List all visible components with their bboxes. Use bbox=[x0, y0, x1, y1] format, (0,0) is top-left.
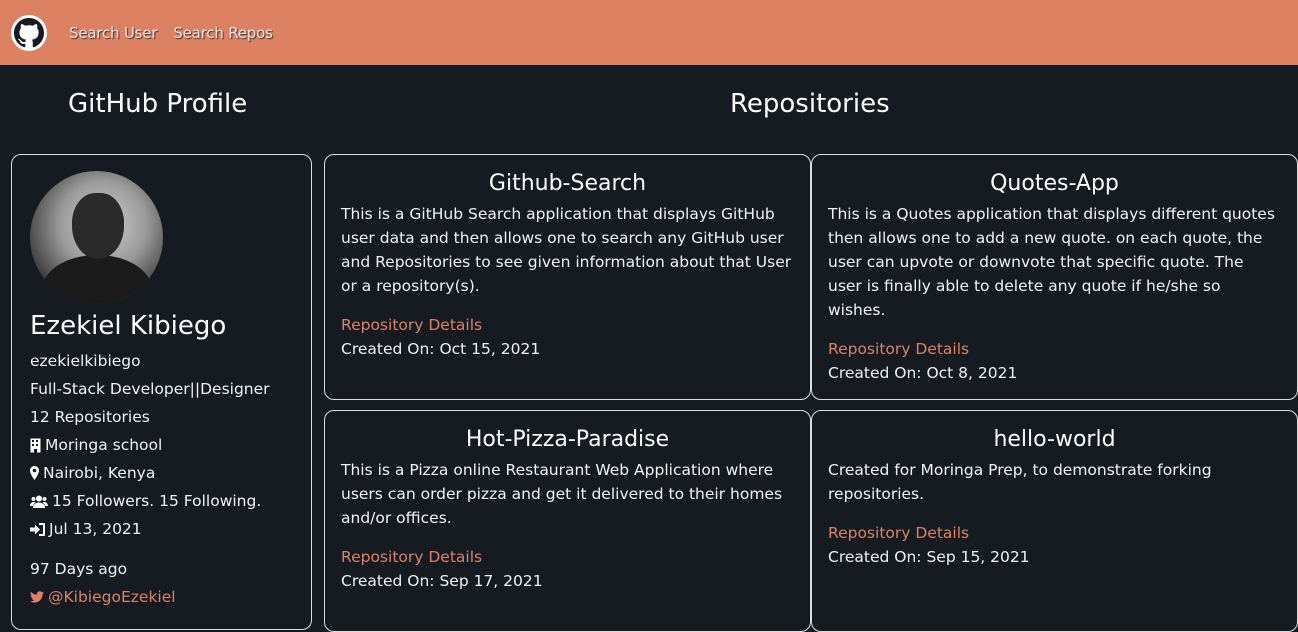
profile-bio: Full-Stack Developer||Designer bbox=[30, 380, 270, 398]
navbar: Search User Search Repos bbox=[0, 0, 1298, 65]
profile-username: ezekielkibiego bbox=[30, 352, 141, 370]
twitter-icon bbox=[30, 591, 44, 603]
repo-title: Github-Search bbox=[488, 171, 647, 196]
repo-description: This is a Quotes application that displa… bbox=[828, 205, 1275, 319]
repo-card: Github-Search This is a GitHub Search ap… bbox=[324, 154, 811, 400]
repo-title: Quotes-App bbox=[990, 171, 1119, 196]
repo-details-link[interactable]: Repository Details bbox=[828, 521, 1281, 545]
repo-description: This is a Pizza online Restaurant Web Ap… bbox=[341, 461, 783, 527]
avatar bbox=[30, 171, 163, 304]
profile-location: Nairobi, Kenya bbox=[30, 459, 293, 487]
joined-text: Jul 13, 2021 bbox=[49, 520, 142, 538]
repo-created-date: Created On: Sep 15, 2021 bbox=[828, 548, 1030, 566]
repo-title: Hot-Pizza-Paradise bbox=[465, 427, 670, 452]
twitter-text[interactable]: @KibiegoEzekiel bbox=[48, 583, 176, 611]
map-marker-icon bbox=[30, 466, 39, 480]
company-text: Moringa school bbox=[45, 436, 163, 454]
building-icon bbox=[30, 438, 41, 453]
repo-card: Quotes-App This is a Quotes application … bbox=[811, 154, 1298, 400]
profile-joined: Jul 13, 2021 bbox=[30, 515, 293, 543]
repos-heading: Repositories bbox=[730, 89, 890, 119]
repo-title: hello-world bbox=[993, 427, 1116, 452]
profile-twitter-link[interactable]: @KibiegoEzekiel bbox=[30, 583, 293, 611]
profile-card: Ezekiel Kibiego ezekielkibiego Full-Stac… bbox=[11, 154, 312, 630]
profile-heading: GitHub Profile bbox=[68, 89, 248, 119]
repo-description: This is a GitHub Search application that… bbox=[341, 205, 792, 295]
repo-details-link[interactable]: Repository Details bbox=[341, 545, 794, 569]
repo-card: Hot-Pizza-Paradise This is a Pizza onlin… bbox=[324, 410, 811, 632]
profile-company: Moringa school bbox=[30, 431, 293, 459]
followers-text: 15 Followers. 15 Following. bbox=[52, 492, 262, 510]
nav-search-user[interactable]: Search User bbox=[69, 24, 157, 42]
profile-repo-count: 12 Repositories bbox=[30, 408, 150, 426]
repo-description: Created for Moringa Prep, to demonstrate… bbox=[828, 461, 1212, 503]
sign-in-icon bbox=[30, 522, 45, 536]
repo-details-link[interactable]: Repository Details bbox=[828, 337, 1281, 361]
location-text: Nairobi, Kenya bbox=[43, 464, 156, 482]
repo-details-link[interactable]: Repository Details bbox=[341, 313, 794, 337]
profile-name: Ezekiel Kibiego bbox=[30, 311, 227, 341]
repo-created-date: Created On: Oct 8, 2021 bbox=[828, 364, 1018, 382]
repo-created-date: Created On: Oct 15, 2021 bbox=[341, 340, 541, 358]
repo-card: hello-world Created for Moringa Prep, to… bbox=[811, 410, 1298, 632]
users-icon bbox=[30, 495, 48, 508]
profile-days-ago: 97 Days ago bbox=[30, 560, 128, 578]
github-icon[interactable] bbox=[11, 14, 47, 51]
profile-followers: 15 Followers. 15 Following. bbox=[30, 487, 293, 515]
repo-created-date: Created On: Sep 17, 2021 bbox=[341, 572, 543, 590]
nav-search-repos[interactable]: Search Repos bbox=[173, 24, 273, 42]
